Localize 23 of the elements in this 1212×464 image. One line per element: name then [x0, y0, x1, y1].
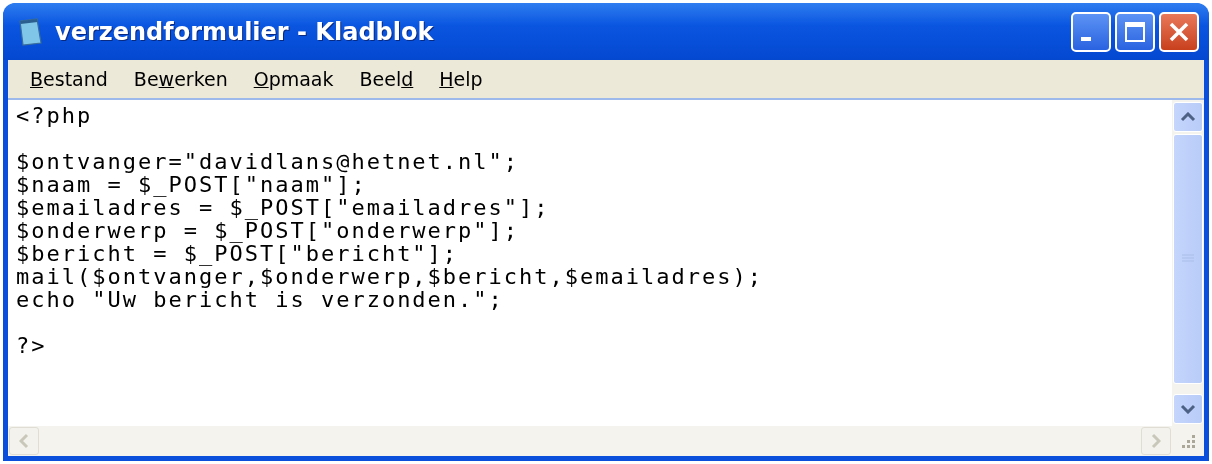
- menu-item[interactable]: Opmaak: [253, 68, 334, 90]
- menu-item[interactable]: Beeld: [359, 68, 414, 90]
- notepad-icon: [17, 16, 43, 47]
- horizontal-scrollbar[interactable]: [8, 426, 1172, 456]
- maximize-button[interactable]: [1115, 11, 1155, 52]
- close-button[interactable]: [1159, 11, 1199, 52]
- menu-item[interactable]: Bewerken: [133, 68, 228, 90]
- close-icon: [1168, 20, 1190, 43]
- scroll-thumb[interactable]: [1173, 134, 1203, 384]
- window-title: verzendformulier - Kladblok: [55, 17, 434, 46]
- chevron-down-icon: [1180, 404, 1196, 414]
- chevron-left-icon: [19, 433, 29, 449]
- minimize-icon: [1081, 36, 1091, 41]
- menu-item[interactable]: Help: [439, 68, 483, 90]
- chevron-right-icon: [1151, 433, 1161, 449]
- menu-item[interactable]: Bestand: [30, 68, 108, 90]
- scroll-down-button[interactable]: [1173, 394, 1203, 424]
- scroll-up-button[interactable]: [1173, 102, 1203, 132]
- vertical-scrollbar[interactable]: [1172, 100, 1204, 426]
- chevron-up-icon: [1180, 112, 1196, 122]
- minimize-button[interactable]: [1071, 11, 1111, 52]
- scroll-left-button[interactable]: [9, 427, 39, 455]
- maximize-icon: [1124, 20, 1146, 43]
